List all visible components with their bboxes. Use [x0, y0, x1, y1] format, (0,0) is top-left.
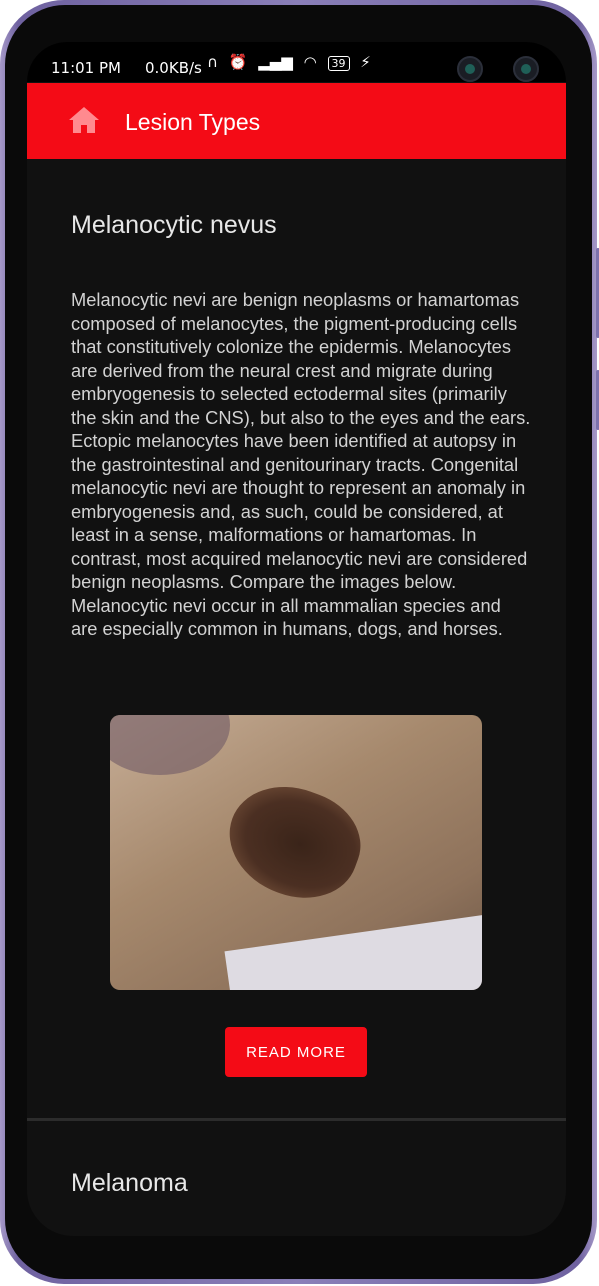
image-shadow [110, 715, 230, 775]
app-bar: Lesion Types [27, 83, 566, 159]
screen: 11:01 PM 0.0KB/s ∩ ⏰ ▂▄▆ ◠ 39 ⚡ Lesion T… [27, 42, 566, 1236]
charging-icon: ⚡ [360, 53, 371, 71]
section-divider [27, 1118, 566, 1121]
image-cloth [224, 909, 482, 990]
page-title: Lesion Types [125, 109, 261, 135]
read-more-button[interactable]: READ MORE [225, 1027, 367, 1077]
wifi-icon: ◠ [303, 53, 317, 71]
section-title-melanoma[interactable]: Melanoma [71, 1169, 188, 1198]
front-camera-icon [457, 56, 483, 82]
status-time: 11:01 PM [51, 59, 121, 77]
front-camera-icon-2 [513, 56, 539, 82]
lesion-image [110, 715, 482, 990]
section-description: Melanocytic nevi are benign neoplasms or… [71, 289, 531, 639]
status-network-speed: 0.0KB/s [145, 59, 202, 77]
battery-icon: 39 [327, 56, 350, 71]
section-title-melanocytic-nevus: Melanocytic nevus [71, 211, 277, 239]
signal-icon: ▂▄▆ [258, 53, 293, 71]
image-mole [213, 769, 375, 915]
home-icon[interactable] [67, 105, 101, 135]
status-bar: 11:01 PM 0.0KB/s ∩ ⏰ ▂▄▆ ◠ 39 ⚡ [27, 42, 566, 82]
status-icons: ∩ ⏰ ▂▄▆ ◠ 39 ⚡ [207, 53, 377, 71]
headphones-icon: ∩ [207, 53, 218, 71]
alarm-icon: ⏰ [228, 53, 248, 71]
